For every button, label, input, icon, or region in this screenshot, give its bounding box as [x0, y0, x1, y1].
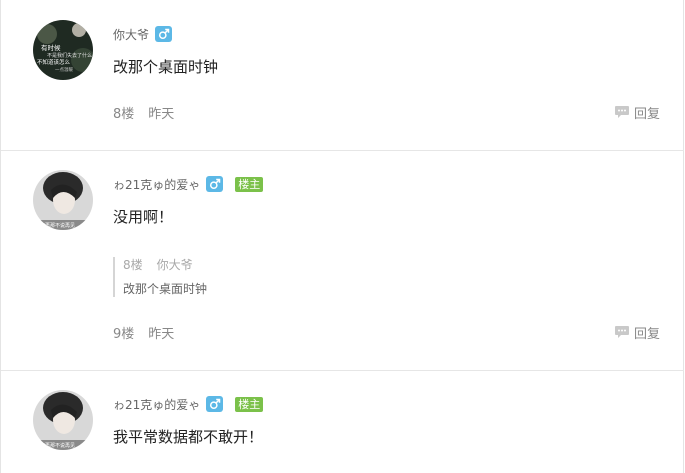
comment-content: 没用啊！ — [113, 208, 174, 226]
comment-footer: 8楼 昨天 回复 — [113, 103, 660, 122]
quote-text: 改那个桌面时钟 — [123, 282, 208, 296]
username[interactable]: ゎ21克ゅ的爱ゃ — [113, 396, 200, 413]
username[interactable]: 你大爷 — [113, 26, 149, 43]
comment-content: 我平常数据都不敢开！ — [113, 428, 264, 446]
comment-header: ゎ21克ゅ的爱ゃ 楼主 — [113, 175, 264, 193]
avatar[interactable]: 再不再那不说再见 — [33, 170, 93, 230]
post-time: 昨天 — [148, 326, 175, 342]
comment-content: 改那个桌面时钟 — [113, 58, 219, 76]
comment-footer: 9楼 昨天 回复 — [113, 323, 660, 342]
comment-post: 再不再那不说再见 ゎ21克ゅ的爱ゃ 楼主 没用啊！ 8楼 你大爷 改那个桌面时钟 — [1, 151, 684, 371]
quote-floor: 8楼 — [123, 258, 143, 272]
avatar[interactable]: 有时候 不是我们失去了什么 不知道该怎么 一点温暖 — [33, 20, 93, 80]
avatar-overlay-text: 再不再那不说再见 — [35, 222, 75, 229]
avatar-overlay-line: 不知道该怎么 — [37, 58, 71, 66]
quote-meta: 8楼 你大爷 — [123, 257, 207, 273]
avatar-overlay-line: 有时候 — [41, 43, 61, 52]
comment-header: ゎ21克ゅ的爱ゃ 楼主 — [113, 395, 264, 413]
reply-button[interactable]: 回复 — [614, 103, 660, 122]
quoted-reply: 8楼 你大爷 改那个桌面时钟 — [113, 257, 207, 297]
comment-post: 有时候 不是我们失去了什么 不知道该怎么 一点温暖 你大爷 改那个桌面时钟 8楼… — [1, 0, 684, 151]
quote-username[interactable]: 你大爷 — [157, 257, 193, 273]
op-badge: 楼主 — [235, 176, 264, 192]
male-symbol-icon — [206, 396, 224, 412]
comment-thread: 有时候 不是我们失去了什么 不知道该怎么 一点温暖 你大爷 改那个桌面时钟 8楼… — [0, 0, 684, 473]
post-time: 昨天 — [148, 106, 175, 122]
reply-label: 回复 — [633, 326, 660, 342]
avatar-overlay-line: 不是我们失去了什么 — [47, 52, 92, 59]
username[interactable]: ゎ21克ゅ的爱ゃ — [113, 176, 200, 193]
male-symbol-icon — [206, 176, 224, 192]
avatar[interactable]: 再不再那不说再见 — [33, 390, 93, 450]
op-badge: 楼主 — [235, 396, 264, 412]
reply-button[interactable]: 回复 — [614, 323, 660, 342]
avatar-overlay-text: 再不再那不说再见 — [35, 442, 75, 449]
speech-bubble-icon — [614, 105, 630, 119]
avatar-overlay-line: 一点温暖 — [55, 66, 73, 73]
comment-header: 你大爷 — [113, 25, 173, 43]
male-symbol-icon — [155, 26, 173, 42]
floor-number: 8楼 — [113, 106, 135, 122]
comment-post: 再不再那不说再见 ゎ21克ゅ的爱ゃ 楼主 我平常数据都不敢开！ — [1, 371, 684, 473]
floor-number: 9楼 — [113, 326, 135, 342]
speech-bubble-icon — [614, 325, 630, 339]
reply-label: 回复 — [633, 106, 660, 122]
